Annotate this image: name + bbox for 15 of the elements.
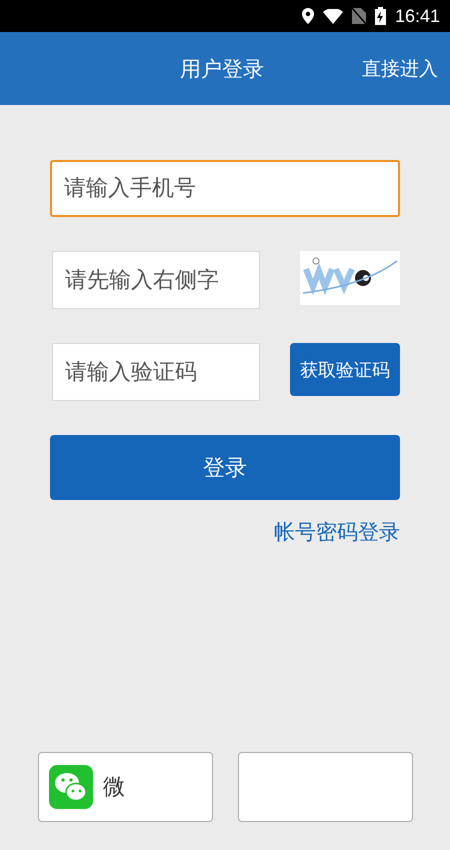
verification-code-field[interactable]: 请输入验证码 [52,343,260,401]
password-login-link[interactable]: 帐号密码登录 [274,518,400,546]
get-code-button[interactable]: 获取验证码 [290,343,400,396]
page-title: 用户登录 [180,56,264,82]
chat-bubbles-icon [49,765,93,809]
wifi-icon [322,8,343,24]
captcha-input-field[interactable]: 请先输入右侧字 [52,251,260,309]
social-login-button[interactable]: 微 [38,752,213,822]
login-button[interactable]: 登录 [50,435,400,500]
no-sim-icon [352,8,366,24]
skip-link[interactable]: 直接进入 [362,56,438,82]
location-icon [302,8,314,24]
phone-input-field[interactable]: 请输入手机号 [50,160,400,217]
clock-time: 16:41 [394,6,440,26]
battery-charging-icon [374,7,386,25]
